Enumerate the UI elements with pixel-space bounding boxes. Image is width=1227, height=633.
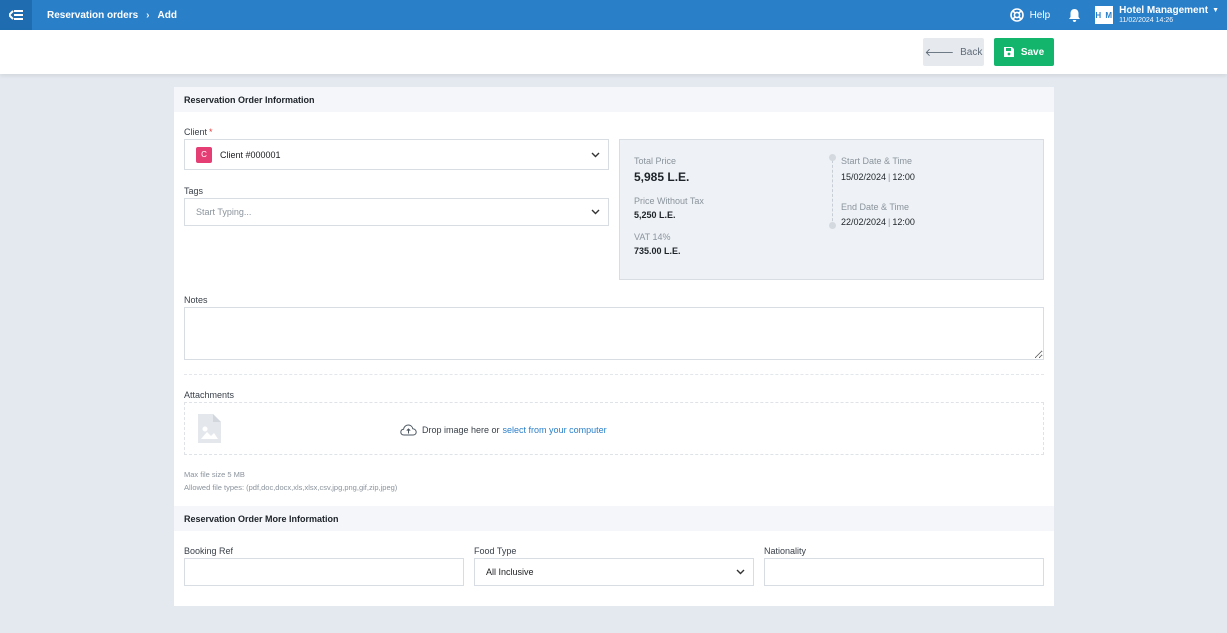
breadcrumb-reservation-orders[interactable]: Reservation orders bbox=[47, 10, 138, 21]
user-datetime: 11/02/2024 14:26 bbox=[1119, 16, 1174, 24]
client-select[interactable]: C Client #000001 bbox=[184, 139, 609, 170]
action-bar: 🡐 Back Save bbox=[0, 30, 1227, 74]
end-time: 12:00 bbox=[892, 217, 915, 227]
back-button[interactable]: 🡐 Back bbox=[923, 38, 984, 66]
chevron-right-icon: › bbox=[146, 9, 150, 21]
allowed-types-hint: Allowed file types: (pdf,doc,docx,xls,xl… bbox=[184, 483, 398, 492]
required-marker: * bbox=[209, 127, 213, 137]
vat-label: VAT 14% bbox=[634, 232, 671, 242]
client-value: Client #000001 bbox=[220, 149, 281, 160]
user-menu[interactable]: Hotel Management ▼ 11/02/2024 14:26 bbox=[1119, 5, 1219, 25]
food-type-label: Food Type bbox=[474, 546, 517, 556]
floppy-disk-icon bbox=[1003, 47, 1014, 57]
reservation-form-card: Reservation Order Information Client * C … bbox=[174, 87, 1054, 606]
section-title-info: Reservation Order Information bbox=[174, 87, 1054, 112]
help-label: Help bbox=[1029, 9, 1051, 21]
vat-value: 735.00 L.E. bbox=[634, 246, 681, 256]
end-date-label: End Date & Time bbox=[841, 202, 910, 212]
nationality-label: Nationality bbox=[764, 546, 807, 556]
attachment-dropzone[interactable]: Drop image here or select from your comp… bbox=[184, 402, 1044, 455]
chevron-down-icon bbox=[591, 152, 600, 157]
end-datetime: 22/02/2024 | 12:00 bbox=[841, 217, 915, 227]
nationality-input[interactable] bbox=[764, 558, 1044, 586]
end-date: 22/02/2024 bbox=[841, 217, 887, 227]
chevron-down-icon bbox=[736, 569, 745, 575]
bell-icon bbox=[1069, 8, 1081, 22]
start-date: 15/02/2024 bbox=[841, 172, 887, 182]
save-label: Save bbox=[1020, 46, 1045, 58]
tags-select[interactable]: Start Typing... bbox=[184, 198, 609, 226]
select-file-link[interactable]: select from your computer bbox=[503, 425, 607, 435]
drop-text: Drop image here or bbox=[422, 424, 500, 435]
chevron-down-icon bbox=[591, 209, 600, 215]
tags-label: Tags bbox=[184, 186, 204, 196]
breadcrumb-add: Add bbox=[157, 9, 177, 21]
max-file-size-hint: Max file size 5 MB bbox=[184, 470, 245, 479]
notifications-button[interactable] bbox=[1068, 8, 1081, 23]
notes-label: Notes bbox=[184, 295, 208, 305]
divider bbox=[184, 374, 1044, 375]
client-label: Client * bbox=[184, 127, 213, 137]
food-type-value: All Inclusive bbox=[486, 567, 534, 577]
collapse-menu-icon bbox=[9, 10, 23, 20]
breadcrumb: Reservation orders › Add bbox=[47, 10, 177, 21]
section-title-more-info: Reservation Order More Information bbox=[174, 506, 1054, 531]
timeline-start-dot bbox=[829, 154, 836, 161]
help-link[interactable]: Help bbox=[1009, 8, 1051, 22]
start-time: 12:00 bbox=[892, 172, 915, 182]
arrow-left-icon: 🡐 bbox=[924, 47, 955, 59]
back-label: Back bbox=[960, 46, 983, 58]
start-date-label: Start Date & Time bbox=[841, 156, 913, 166]
price-without-tax-label: Price Without Tax bbox=[634, 196, 704, 206]
image-file-icon bbox=[198, 414, 221, 443]
price-summary-panel: Total Price 5,985 L.E. Price Without Tax… bbox=[619, 139, 1044, 280]
user-name: Hotel Management bbox=[1119, 5, 1209, 17]
timeline-end-dot bbox=[829, 222, 836, 229]
client-label-text: Client bbox=[184, 127, 208, 137]
cloud-upload-icon bbox=[400, 423, 417, 435]
caret-down-icon: ▼ bbox=[1212, 6, 1219, 14]
food-type-select[interactable]: All Inclusive bbox=[474, 558, 754, 586]
booking-ref-input[interactable] bbox=[184, 558, 464, 586]
price-without-tax-value: 5,250 L.E. bbox=[634, 210, 676, 220]
avatar[interactable]: H M bbox=[1095, 6, 1114, 24]
save-button[interactable]: Save bbox=[994, 38, 1054, 66]
lifebuoy-icon bbox=[1009, 8, 1024, 22]
booking-ref-label: Booking Ref bbox=[184, 546, 234, 556]
notes-textarea[interactable] bbox=[184, 307, 1044, 360]
total-price-value: 5,985 L.E. bbox=[634, 170, 690, 184]
attachments-label: Attachments bbox=[184, 390, 235, 400]
menu-toggle-button[interactable] bbox=[0, 0, 32, 30]
client-badge: C bbox=[196, 146, 212, 163]
timeline-line bbox=[832, 160, 833, 226]
start-datetime: 15/02/2024 | 12:00 bbox=[841, 172, 915, 182]
total-price-label: Total Price bbox=[634, 156, 677, 166]
top-navbar: Reservation orders › Add Help H M Hotel … bbox=[0, 0, 1227, 30]
tags-placeholder: Start Typing... bbox=[196, 207, 252, 217]
